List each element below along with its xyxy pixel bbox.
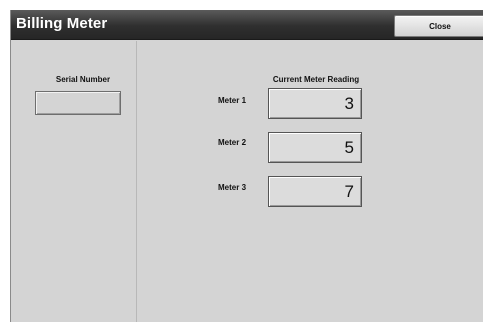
meter-2-value: 5 bbox=[268, 132, 362, 163]
close-button[interactable]: Close bbox=[394, 15, 483, 37]
meter-1-label: Meter 1 bbox=[218, 96, 247, 105]
meter-3-value: 7 bbox=[268, 176, 362, 207]
meter-2-label: Meter 2 bbox=[218, 138, 247, 147]
panel-divider bbox=[136, 41, 137, 322]
meter-1-value: 3 bbox=[268, 88, 362, 119]
dialog-title: Billing Meter bbox=[16, 15, 108, 32]
serial-number-label: Serial Number bbox=[55, 75, 111, 84]
title-bar: Billing Meter Close bbox=[11, 10, 483, 40]
screen: Billing Meter Close Serial Number Curren… bbox=[0, 0, 483, 322]
meter-3-label: Meter 3 bbox=[218, 183, 247, 192]
billing-meter-dialog: Billing Meter Close Serial Number Curren… bbox=[10, 10, 483, 322]
serial-number-field bbox=[35, 91, 121, 115]
current-meter-reading-label: Current Meter Reading bbox=[272, 75, 360, 84]
